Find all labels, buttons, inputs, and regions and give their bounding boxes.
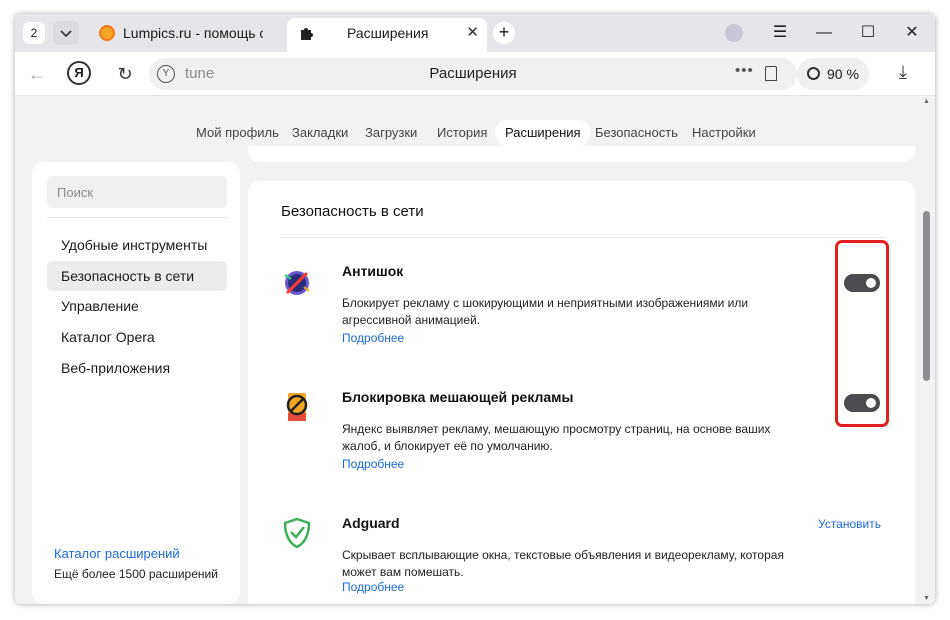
extension-description: Блокирует рекламу с шокирующими и неприя…	[342, 296, 749, 327]
nav-history[interactable]: История	[427, 120, 497, 146]
nav-settings[interactable]: Настройки	[682, 120, 766, 146]
extensions-section-card: Безопасность в сети Антишок Блокирует ре…	[248, 181, 915, 604]
nav-bookmarks[interactable]: Закладки	[282, 120, 358, 146]
address-bar[interactable]: Y tune Расширения •••	[149, 58, 797, 90]
close-tab-icon[interactable]: ✕	[466, 18, 479, 48]
yandex-home-icon[interactable]: Я	[67, 61, 91, 85]
sidebar-item-tools[interactable]: Удобные инструменты	[47, 230, 227, 260]
tab-title: Lumpics.ru - помощь с компьютером	[123, 25, 263, 41]
tab-lumpics[interactable]: Lumpics.ru - помощь с компьютером	[89, 18, 289, 52]
more-dots-icon[interactable]: •••	[735, 62, 754, 79]
sidebar-item-opera-catalog[interactable]: Каталог Opera	[47, 322, 227, 352]
toggles-highlight-frame	[835, 240, 889, 427]
reload-icon[interactable]: ↻	[111, 60, 139, 88]
nav-security[interactable]: Безопасность	[585, 120, 688, 146]
more-link[interactable]: Подробнее	[342, 331, 404, 345]
extension-name: Антишок	[342, 263, 404, 279]
sidebar: Удобные инструменты Безопасность в сети …	[32, 162, 240, 604]
scroll-up-arrow-icon[interactable]: ▲	[923, 98, 930, 105]
scroll-down-arrow-icon[interactable]: ▼	[923, 595, 930, 602]
browser-window: 2 Lumpics.ru - помощь с компьютером Расш…	[15, 14, 935, 604]
ad-block-icon	[286, 393, 308, 421]
zoom-value: 90 %	[827, 66, 859, 82]
settings-nav: Мой профиль Закладки Загрузки История Ра…	[15, 120, 935, 146]
extensions-catalog-subtitle: Ещё более 1500 расширений	[54, 567, 218, 581]
tab-list-button[interactable]	[53, 21, 79, 45]
extension-name: Adguard	[342, 515, 400, 531]
extension-name: Блокировка мешающей рекламы	[342, 389, 574, 405]
sidebar-divider	[47, 217, 227, 218]
chevron-down-icon	[60, 30, 72, 38]
extension-description: Скрывает всплывающие окна, текстовые объ…	[342, 548, 784, 579]
sidebar-item-management[interactable]: Управление	[47, 291, 227, 321]
close-window-icon[interactable]: ✕	[897, 18, 927, 48]
extension-description: Яндекс выявляет рекламу, мешающую просмо…	[342, 422, 771, 453]
nav-downloads[interactable]: Загрузки	[355, 120, 427, 146]
back-arrow-icon[interactable]: ←	[23, 60, 51, 88]
bookmark-icon[interactable]	[765, 66, 777, 81]
sidebar-item-web-apps[interactable]: Веб-приложения	[47, 353, 227, 383]
download-icon[interactable]: ⤓	[899, 62, 907, 83]
maximize-icon[interactable]: ☐	[853, 18, 883, 48]
menu-icon[interactable]: ☰	[765, 18, 795, 48]
zoom-button[interactable]: 90 %	[797, 58, 869, 90]
profile-avatar-icon[interactable]	[725, 24, 743, 42]
extensions-catalog-link[interactable]: Каталог расширений	[54, 546, 180, 561]
new-tab-button[interactable]: +	[493, 22, 515, 44]
more-link[interactable]: Подробнее	[342, 580, 404, 594]
zoom-magnifier-icon	[807, 67, 820, 80]
tab-extensions[interactable]: Расширения ✕	[287, 18, 487, 52]
orange-favicon-icon	[99, 25, 115, 41]
antishock-icon	[284, 271, 310, 295]
scrollbar[interactable]: ▲ ▼	[919, 96, 935, 604]
nav-my-profile[interactable]: Мой профиль	[186, 120, 289, 146]
browser-toolbar: ← Я ↻ Y tune Расширения ••• 90 % ⤓	[15, 52, 935, 96]
section-divider	[281, 237, 885, 238]
section-title: Безопасность в сети	[281, 203, 424, 220]
scrollbar-thumb[interactable]	[923, 211, 930, 381]
tab-title: Расширения	[347, 25, 429, 41]
puzzle-icon	[301, 28, 313, 40]
tab-count-button[interactable]: 2	[23, 22, 45, 44]
search-input[interactable]	[47, 176, 227, 208]
minimize-icon[interactable]: —	[809, 18, 839, 48]
adguard-shield-icon	[283, 517, 311, 549]
sidebar-item-security[interactable]: Безопасность в сети	[47, 261, 227, 291]
install-link[interactable]: Установить	[818, 517, 881, 531]
tab-strip: 2 Lumpics.ru - помощь с компьютером Расш…	[15, 14, 935, 52]
more-link[interactable]: Подробнее	[342, 457, 404, 471]
previous-section-card	[248, 146, 915, 162]
page-title: Расширения	[429, 65, 517, 82]
nav-extensions[interactable]: Расширения	[495, 120, 591, 146]
